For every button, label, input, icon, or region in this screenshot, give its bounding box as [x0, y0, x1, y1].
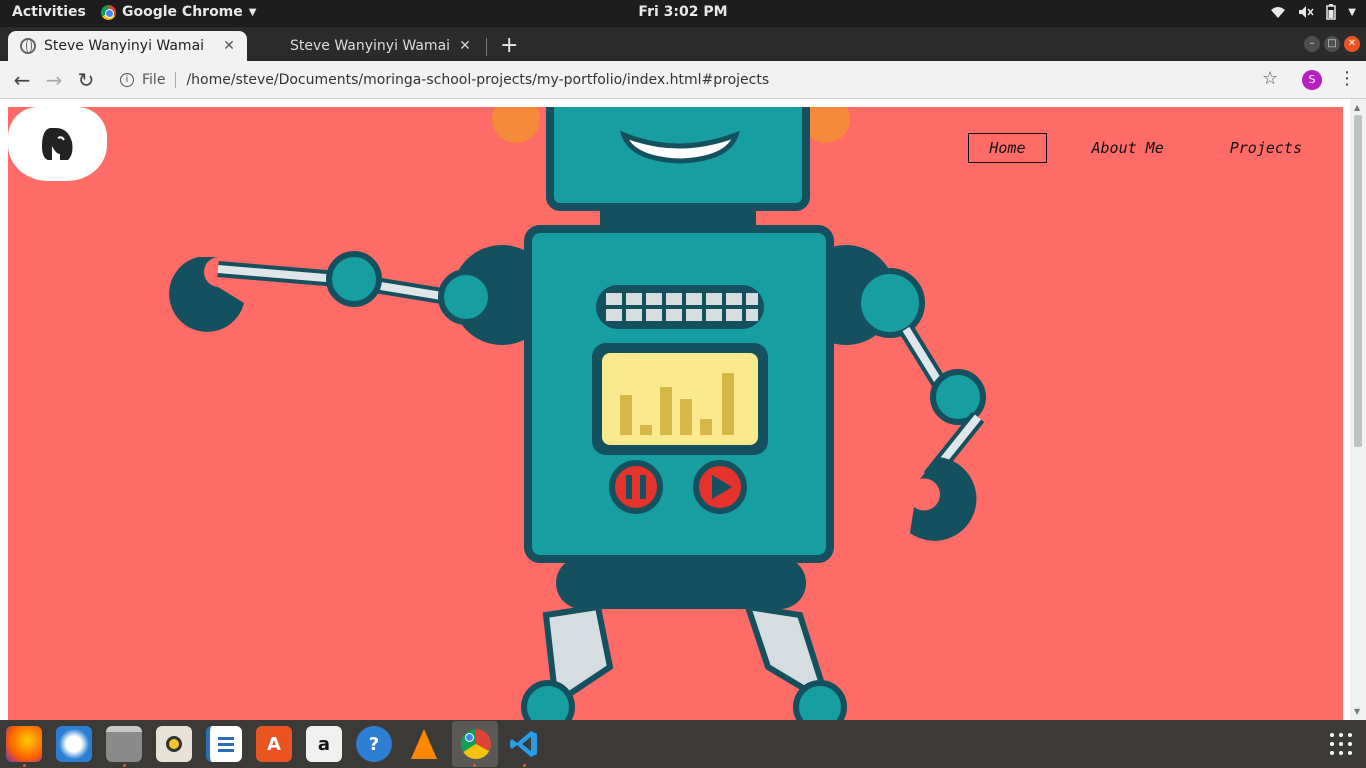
- nav-home-link[interactable]: Home: [968, 133, 1047, 163]
- page-viewport: Home About Me Projects ▲ ▼: [0, 99, 1366, 720]
- tab-title: Steve Wanyinyi Wamai: [44, 38, 205, 54]
- minimize-icon[interactable]: –: [1304, 36, 1320, 52]
- chevron-down-icon: ▼: [248, 6, 257, 18]
- running-indicator: [23, 764, 26, 767]
- address-bar[interactable]: i File /home/steve/Documents/moringa-sch…: [106, 65, 1296, 95]
- scroll-up-arrow-icon[interactable]: ▲: [1354, 103, 1360, 112]
- page-scrollbar[interactable]: ▲ ▼: [1350, 99, 1366, 720]
- app-menu-label: Google Chrome: [122, 4, 243, 20]
- dog-logo-icon: [41, 128, 72, 160]
- gnome-top-bar: Activities Google Chrome ▼ Fri 3:02 PM ▼: [0, 0, 1366, 27]
- ubuntu-dock: A a ?: [0, 720, 1366, 768]
- help-icon[interactable]: ?: [356, 726, 392, 762]
- software-center-icon[interactable]: A: [256, 726, 292, 762]
- menu-kebab-icon[interactable]: ⋮: [1338, 68, 1356, 89]
- nav-projects-link[interactable]: Projects: [1209, 133, 1323, 163]
- scroll-down-arrow-icon[interactable]: ▼: [1354, 707, 1360, 716]
- robot-illustration: [169, 107, 986, 720]
- vlc-icon[interactable]: [406, 726, 442, 762]
- running-indicator: [473, 764, 476, 767]
- volume-muted-icon: [1299, 6, 1314, 18]
- divider: [175, 72, 177, 88]
- scheme-label: File: [142, 72, 166, 88]
- close-icon[interactable]: ✕: [219, 38, 239, 54]
- thunderbird-icon[interactable]: [56, 726, 92, 762]
- writer-icon[interactable]: [206, 726, 242, 762]
- scrollbar-thumb[interactable]: [1354, 115, 1362, 447]
- window-close-icon[interactable]: ✕: [1344, 36, 1360, 52]
- hero-section: Home About Me Projects: [8, 107, 1343, 720]
- battery-icon: [1326, 4, 1337, 20]
- forward-arrow-icon[interactable]: →: [42, 68, 66, 92]
- site-nav: Home About Me Projects: [968, 133, 1323, 163]
- bookmark-star-icon[interactable]: ☆: [1262, 68, 1278, 89]
- globe-icon: [20, 38, 36, 54]
- nav-about-link[interactable]: About Me: [1071, 133, 1185, 163]
- amazon-icon[interactable]: a: [306, 726, 342, 762]
- close-icon[interactable]: ✕: [455, 38, 475, 54]
- profile-avatar[interactable]: S: [1302, 70, 1322, 90]
- app-menu[interactable]: Google Chrome ▼: [101, 4, 256, 20]
- url-text[interactable]: /home/steve/Documents/moringa-school-pro…: [186, 72, 769, 88]
- new-tab-button[interactable]: +: [500, 33, 518, 58]
- running-indicator: [123, 764, 126, 767]
- system-menu[interactable]: ▼: [1270, 4, 1356, 20]
- site-logo[interactable]: [8, 107, 107, 181]
- tab-strip: Steve Wanyinyi Wamai ✕ Steve Wanyinyi Wa…: [0, 27, 1366, 61]
- show-applications-icon[interactable]: [1330, 733, 1352, 755]
- activities-button[interactable]: Activities: [12, 4, 86, 20]
- tab-active[interactable]: Steve Wanyinyi Wamai ✕: [8, 31, 247, 61]
- vscode-icon[interactable]: [506, 726, 542, 762]
- info-icon[interactable]: i: [120, 73, 134, 87]
- files-icon[interactable]: [106, 726, 142, 762]
- chrome-icon[interactable]: [458, 726, 494, 762]
- wifi-icon: [1271, 7, 1286, 18]
- tab-title: Steve Wanyinyi Wamai: [290, 38, 451, 54]
- chevron-down-icon: ▼: [1348, 6, 1356, 18]
- tab-inactive[interactable]: Steve Wanyinyi Wamai ✕: [258, 31, 483, 61]
- maximize-icon[interactable]: □: [1324, 36, 1340, 52]
- browser-toolbar: ← → ↻ i File /home/steve/Documents/morin…: [0, 61, 1366, 99]
- reload-icon[interactable]: ↻: [74, 68, 98, 92]
- back-arrow-icon[interactable]: ←: [10, 68, 34, 92]
- running-indicator: [523, 764, 526, 767]
- window-controls: – □ ✕: [1304, 36, 1360, 52]
- chrome-icon: [101, 4, 116, 20]
- firefox-icon[interactable]: [6, 726, 42, 762]
- tab-separator: [486, 38, 487, 56]
- rhythmbox-icon[interactable]: [156, 726, 192, 762]
